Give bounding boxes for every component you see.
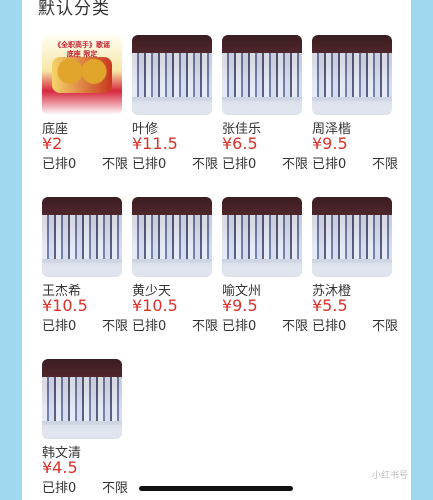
product-thumbnail[interactable] [42, 197, 122, 277]
product-limit: 不限 [102, 481, 129, 496]
watermark: 小红书号 [371, 471, 408, 481]
product-limit: 不限 [372, 157, 399, 172]
product-sold-count: 已排0 [222, 319, 257, 334]
product-sold-count: 已排0 [42, 481, 77, 496]
product-sold-count: 已排0 [312, 319, 347, 334]
product-limit: 不限 [102, 319, 129, 334]
product-limit: 不限 [372, 319, 399, 334]
product-price: ¥9.5 [222, 296, 258, 315]
product-price: ¥2 [42, 134, 63, 153]
product-limit: 不限 [192, 319, 219, 334]
section-title: 默认分类 [38, 0, 110, 19]
product-limit: 不限 [282, 157, 309, 172]
product-price: ¥6.5 [222, 134, 258, 153]
product-thumbnail[interactable] [312, 35, 392, 115]
product-item-ye-xiu[interactable]: 叶修 ¥11.5 已排0 不限 [128, 35, 218, 195]
product-limit: 不限 [192, 157, 219, 172]
product-thumbnail[interactable] [312, 197, 392, 277]
poster-text: 《全职高手》歌谣 底座 限定 [54, 41, 110, 58]
product-sold-count: 已排0 [132, 157, 167, 172]
product-item-huang-shaotian[interactable]: 黄少天 ¥10.5 已排0 不限 [128, 197, 218, 357]
product-item-base[interactable]: 《全职高手》歌谣 底座 限定 底座 ¥2 已排0 不限 [38, 35, 128, 195]
product-sold-count: 已排0 [312, 157, 347, 172]
product-price: ¥10.5 [132, 296, 178, 315]
product-price: ¥4.5 [42, 458, 78, 477]
product-item-yu-wenzhou[interactable]: 喻文州 ¥9.5 已排0 不限 [218, 197, 308, 357]
product-price: ¥10.5 [42, 296, 88, 315]
product-price: ¥9.5 [312, 134, 348, 153]
product-thumbnail[interactable] [222, 197, 302, 277]
product-item-wang-jiexi[interactable]: 王杰希 ¥10.5 已排0 不限 [38, 197, 128, 357]
product-sold-count: 已排0 [222, 157, 257, 172]
home-indicator[interactable] [139, 486, 293, 491]
product-price: ¥11.5 [132, 134, 178, 153]
product-item-zhou-zekai[interactable]: 周泽楷 ¥9.5 已排0 不限 [308, 35, 398, 195]
product-sold-count: 已排0 [42, 157, 77, 172]
product-sold-count: 已排0 [132, 319, 167, 334]
product-thumbnail[interactable] [132, 197, 212, 277]
product-thumbnail[interactable] [42, 359, 122, 439]
product-price: ¥5.5 [312, 296, 348, 315]
product-item-zhang-jiale[interactable]: 张佳乐 ¥6.5 已排0 不限 [218, 35, 308, 195]
content-panel: 默认分类 《全职高手》歌谣 底座 限定 底座 ¥2 已排0 不限 叶修 ¥11.… [22, 0, 411, 500]
product-limit: 不限 [282, 319, 309, 334]
product-thumbnail[interactable] [222, 35, 302, 115]
product-thumbnail[interactable] [132, 35, 212, 115]
product-limit: 不限 [102, 157, 129, 172]
product-thumbnail[interactable]: 《全职高手》歌谣 底座 限定 [42, 35, 122, 115]
product-item-han-wenqing[interactable]: 韩文清 ¥4.5 已排0 不限 [38, 359, 128, 500]
product-sold-count: 已排0 [42, 319, 77, 334]
product-item-su-mucheng[interactable]: 苏沐橙 ¥5.5 已排0 不限 [308, 197, 398, 357]
